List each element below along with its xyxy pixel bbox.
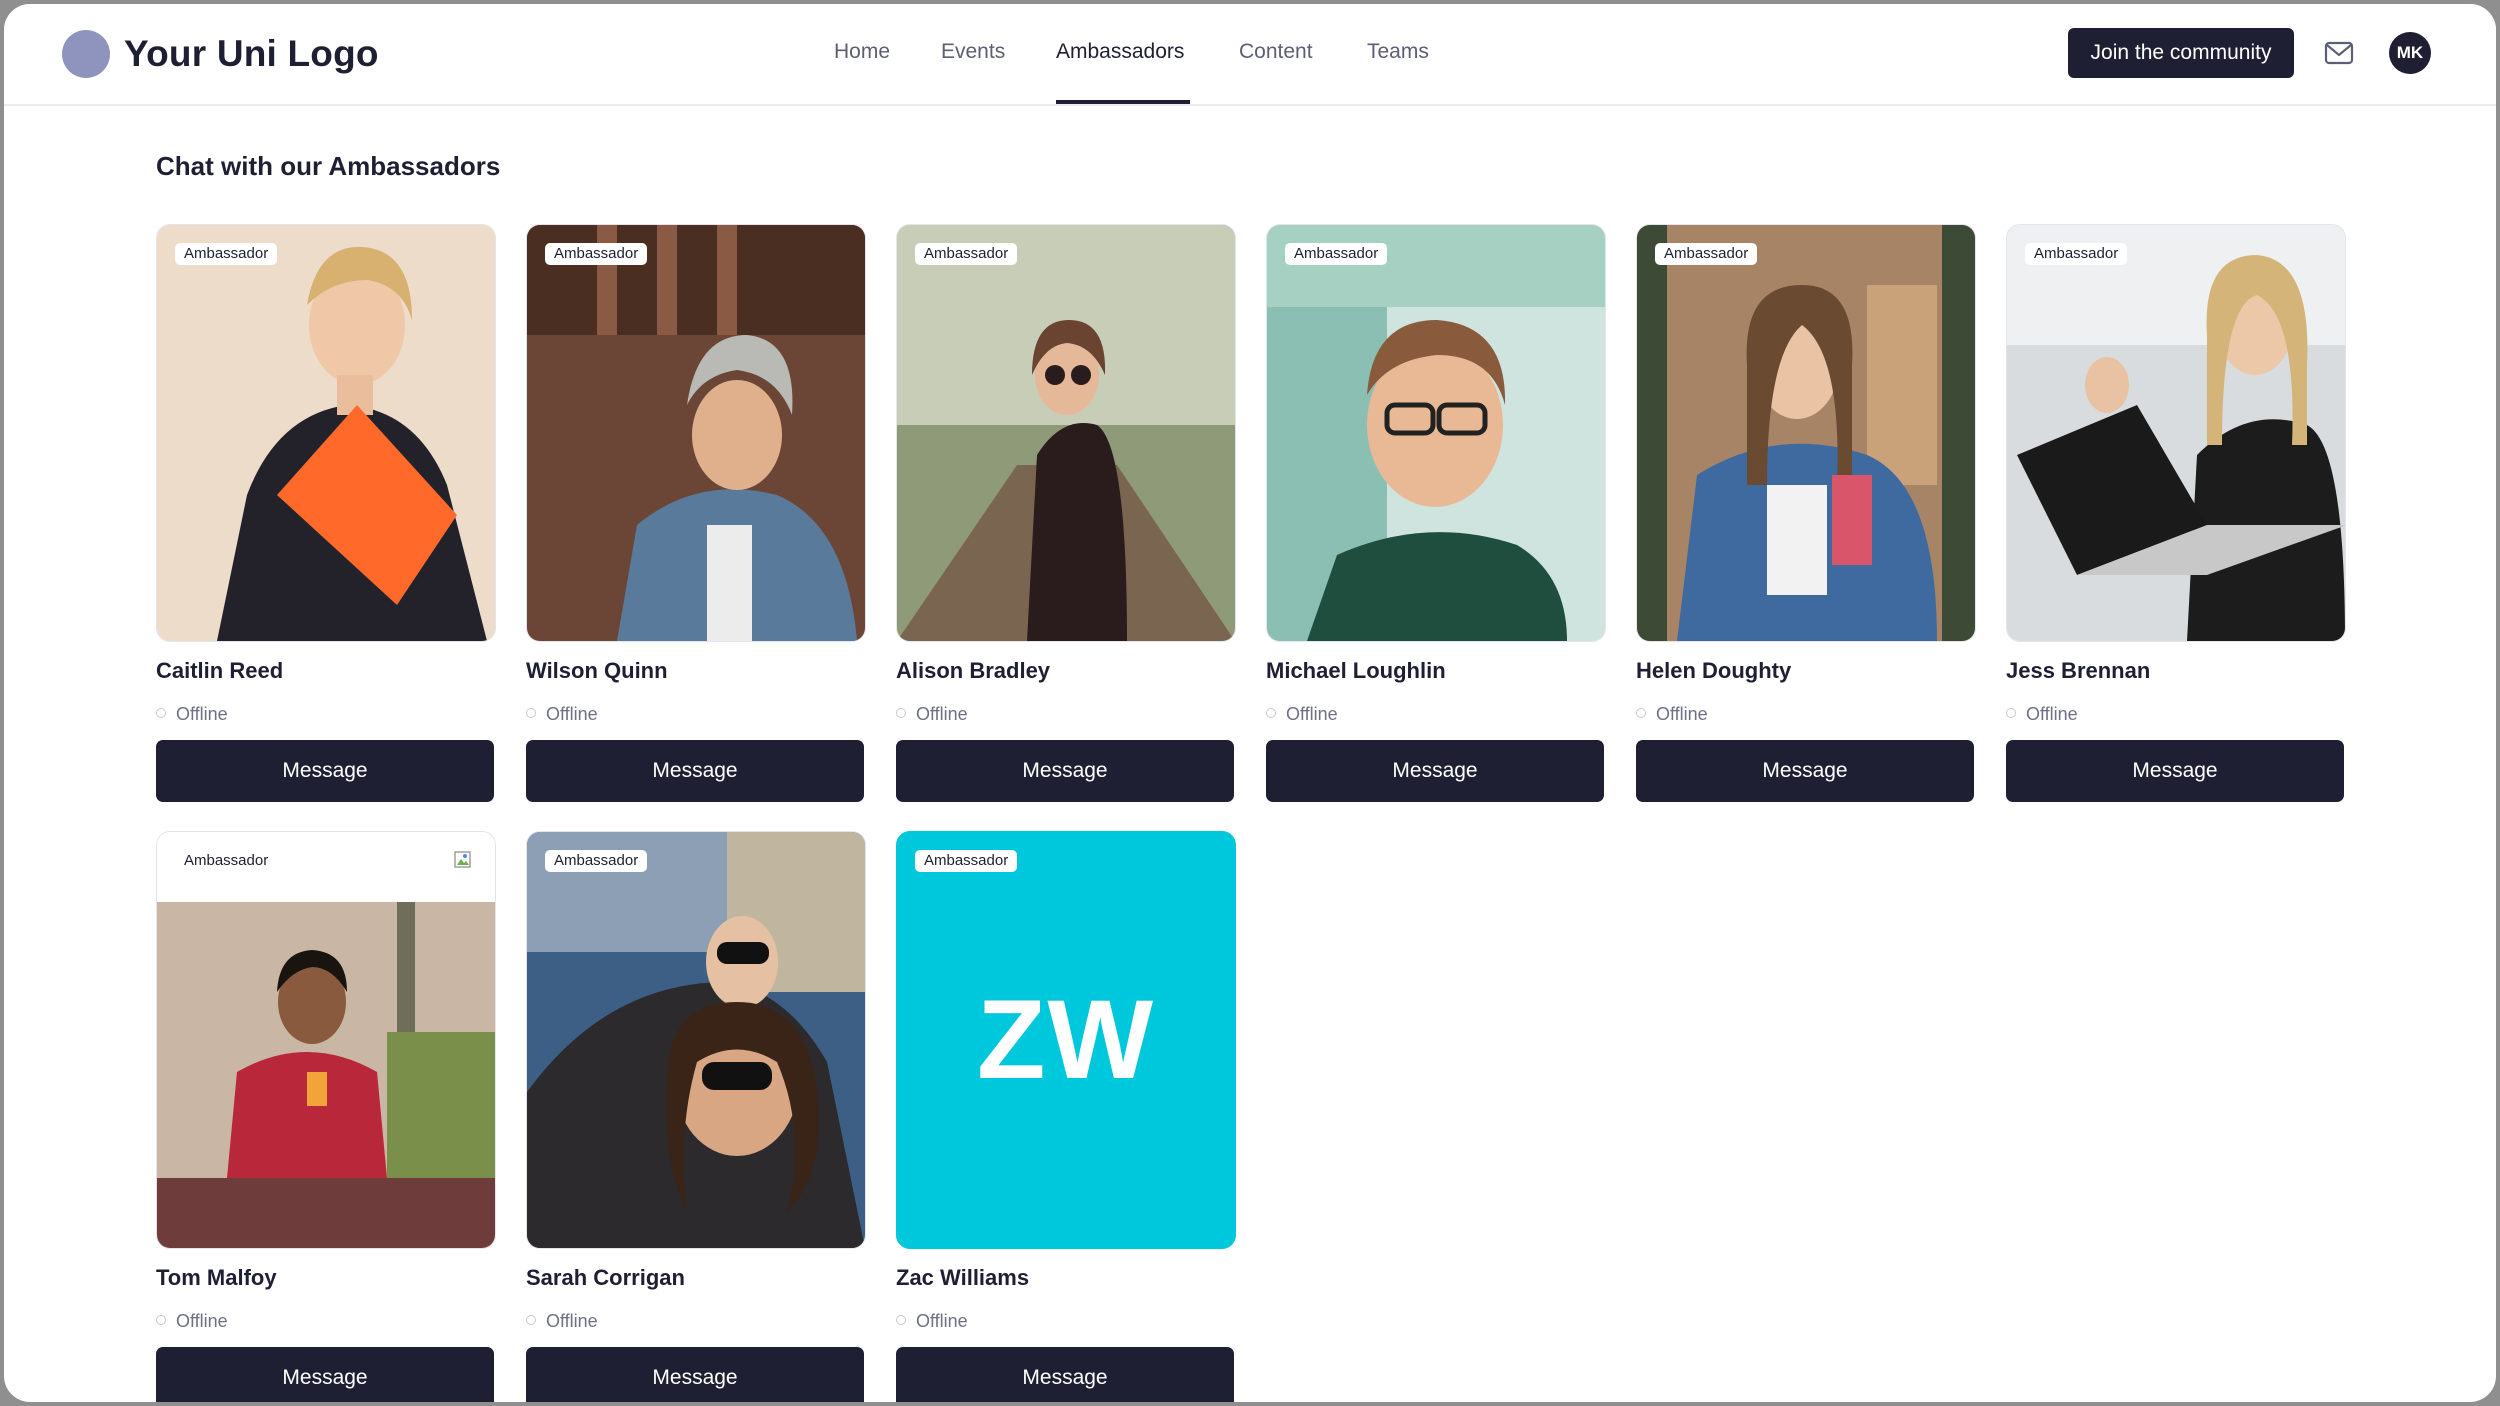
ambassador-card: ZW Ambassador Zac Williams Offline Messa… bbox=[896, 831, 1236, 1402]
status-dot-icon bbox=[1636, 708, 1646, 718]
message-button[interactable]: Message bbox=[526, 1347, 864, 1402]
status-text: Offline bbox=[1286, 704, 1338, 724]
ambassador-photo[interactable]: Ambassador bbox=[526, 224, 866, 642]
logo-icon[interactable] bbox=[62, 30, 110, 78]
ambassador-card: Ambassador Helen Doughty Offline Message bbox=[1636, 224, 1976, 810]
ambassador-card: Ambassador Caitlin Reed Offline Message bbox=[156, 224, 496, 810]
ambassador-initials: ZW bbox=[976, 977, 1156, 1102]
app-window: Your Uni Logo Home Events Ambassadors Co… bbox=[4, 4, 2496, 1402]
message-button[interactable]: Message bbox=[1636, 740, 1974, 802]
broken-image-icon bbox=[453, 850, 473, 870]
status-text: Offline bbox=[916, 704, 968, 724]
status-text: Offline bbox=[546, 1311, 598, 1331]
message-button[interactable]: Message bbox=[156, 1347, 494, 1402]
nav-events[interactable]: Events bbox=[941, 38, 1005, 66]
ambassador-photo[interactable]: Ambassador bbox=[156, 224, 496, 642]
message-button[interactable]: Message bbox=[2006, 740, 2344, 802]
ambassador-card: Ambassador Alison Bradley Offline Messag… bbox=[896, 224, 1236, 810]
status-text: Offline bbox=[1656, 704, 1708, 724]
status-text: Offline bbox=[2026, 704, 2078, 724]
status-text: Offline bbox=[546, 704, 598, 724]
status-dot-icon bbox=[896, 708, 906, 718]
status-dot-icon bbox=[156, 1315, 166, 1325]
ambassador-card: Ambassador Sarah Corrigan Offline Messag… bbox=[526, 831, 866, 1402]
status-text: Offline bbox=[176, 704, 228, 724]
user-avatar[interactable]: MK bbox=[2389, 32, 2431, 74]
ambassador-name: Alison Bradley bbox=[896, 658, 1051, 683]
nav-home[interactable]: Home bbox=[834, 38, 890, 66]
join-community-button[interactable]: Join the community bbox=[2068, 28, 2294, 78]
nav-teams[interactable]: Teams bbox=[1367, 38, 1429, 66]
ambassador-badge: Ambassador bbox=[1285, 243, 1388, 265]
ambassador-badge: Ambassador bbox=[1655, 243, 1758, 265]
message-button[interactable]: Message bbox=[1266, 740, 1604, 802]
ambassador-photo[interactable]: Ambassador bbox=[1266, 224, 1606, 642]
message-button[interactable]: Message bbox=[156, 740, 494, 802]
ambassador-badge: Ambassador bbox=[915, 850, 1018, 872]
ambassador-photo[interactable]: Ambassador bbox=[2006, 224, 2346, 642]
status-dot-icon bbox=[2006, 708, 2016, 718]
ambassador-badge: Ambassador bbox=[175, 850, 278, 872]
status-dot-icon bbox=[1266, 708, 1276, 718]
ambassador-badge: Ambassador bbox=[915, 243, 1018, 265]
ambassador-photo[interactable]: Ambassador bbox=[526, 831, 866, 1249]
ambassador-name: Zac Williams bbox=[896, 1265, 1030, 1290]
ambassador-name: Sarah Corrigan bbox=[526, 1265, 685, 1290]
logo-text[interactable]: Your Uni Logo bbox=[124, 30, 379, 78]
nav-ambassadors[interactable]: Ambassadors bbox=[1056, 38, 1184, 66]
status-dot-icon bbox=[526, 708, 536, 718]
message-button[interactable]: Message bbox=[896, 1347, 1234, 1402]
status-dot-icon bbox=[526, 1315, 536, 1325]
top-navbar: Your Uni Logo Home Events Ambassadors Co… bbox=[4, 4, 2496, 106]
ambassador-card: Ambassador Tom Malfoy Offline Message bbox=[156, 831, 496, 1402]
ambassador-name: Tom Malfoy bbox=[156, 1265, 277, 1290]
ambassador-card: Ambassador Michael Loughlin Offline Mess… bbox=[1266, 224, 1606, 810]
ambassador-card: Ambassador Wilson Quinn Offline Message bbox=[526, 224, 866, 810]
ambassador-photo[interactable]: Ambassador bbox=[1636, 224, 1976, 642]
status-text: Offline bbox=[916, 1311, 968, 1331]
ambassador-badge: Ambassador bbox=[175, 243, 278, 265]
ambassador-card: Ambassador Jess Brennan Offline Message bbox=[2006, 224, 2346, 810]
ambassador-badge: Ambassador bbox=[545, 850, 648, 872]
status-dot-icon bbox=[156, 708, 166, 718]
ambassador-photo[interactable]: Ambassador bbox=[156, 831, 496, 1249]
ambassador-name: Helen Doughty bbox=[1636, 658, 1792, 683]
message-button[interactable]: Message bbox=[896, 740, 1234, 802]
ambassador-name: Jess Brennan bbox=[2006, 658, 2151, 683]
ambassador-name: Caitlin Reed bbox=[156, 658, 284, 683]
ambassador-name: Wilson Quinn bbox=[526, 658, 668, 683]
message-button[interactable]: Message bbox=[526, 740, 864, 802]
mail-icon[interactable] bbox=[2324, 40, 2354, 66]
nav-content[interactable]: Content bbox=[1239, 38, 1313, 66]
ambassador-badge: Ambassador bbox=[2025, 243, 2128, 265]
page-title: Chat with our Ambassadors bbox=[156, 151, 501, 181]
ambassador-initials-tile[interactable]: ZW Ambassador bbox=[896, 831, 1236, 1249]
status-dot-icon bbox=[896, 1315, 906, 1325]
status-text: Offline bbox=[176, 1311, 228, 1331]
ambassador-badge: Ambassador bbox=[545, 243, 648, 265]
active-tab-indicator bbox=[1056, 100, 1190, 104]
ambassador-photo[interactable]: Ambassador bbox=[896, 224, 1236, 642]
ambassador-name: Michael Loughlin bbox=[1266, 658, 1446, 683]
